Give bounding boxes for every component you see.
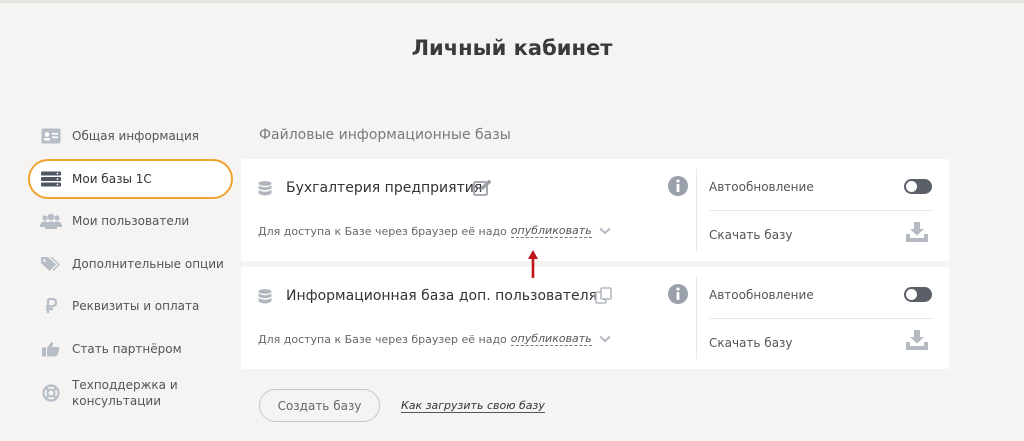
create-database-button[interactable]: Создать базу: [259, 389, 380, 422]
info-icon[interactable]: [668, 284, 688, 304]
thumbs-up-icon: [40, 340, 62, 358]
divider: [709, 210, 934, 211]
copy-icon[interactable]: [595, 287, 615, 305]
sidebar-item-label: Мои пользователи: [72, 214, 190, 228]
divider: [709, 318, 934, 319]
id-card-icon: [40, 127, 62, 145]
database-actions: Автообновление Скачать базу: [709, 159, 934, 261]
sidebar-item-requisites-payment[interactable]: Реквизиты и оплата: [28, 286, 233, 326]
sidebar-item-support[interactable]: Техподдержка и консультации: [28, 371, 233, 415]
database-name: Информационная база доп. пользователя 5: [286, 288, 611, 304]
annotation-arrow-up-icon: [528, 250, 538, 278]
divider: [696, 277, 697, 359]
publish-link[interactable]: опубликовать: [510, 224, 592, 238]
database-icon: [258, 181, 272, 196]
sidebar-item-label: Техподдержка и консультации: [72, 378, 178, 408]
sidebar-item-general-info[interactable]: Общая информация: [28, 116, 233, 156]
sidebar: Общая информация Мои базы 1С Мои пользов…: [28, 116, 233, 418]
lifebuoy-icon: [40, 384, 62, 402]
database-icon: [258, 289, 272, 304]
sidebar-item-my-users[interactable]: Мои пользователи: [28, 201, 233, 241]
access-hint: Для доступа к Базе через браузер её надо…: [258, 224, 611, 238]
sidebar-item-label: Мои базы 1С: [72, 171, 152, 186]
download-icon[interactable]: [906, 222, 928, 242]
ruble-icon: [40, 297, 62, 315]
chevron-down-icon[interactable]: [599, 335, 611, 343]
autoupdate-label: Автообновление: [709, 288, 814, 302]
sidebar-item-label: Дополнительные опции: [72, 256, 224, 271]
sidebar-item-label: Стать партнёром: [72, 341, 182, 356]
database-name: Бухгалтерия предприятия: [286, 180, 483, 196]
chevron-down-icon[interactable]: [599, 227, 611, 235]
access-hint-text: Для доступа к Базе через браузер её надо: [258, 332, 507, 346]
upload-database-link[interactable]: Как загрузить свою базу: [401, 399, 545, 413]
users-icon: [40, 212, 62, 230]
toggle-knob: [906, 289, 917, 300]
info-icon[interactable]: [668, 176, 688, 196]
autoupdate-toggle[interactable]: [904, 179, 932, 194]
sidebar-item-label: Реквизиты и оплата: [72, 299, 200, 313]
database-card: Информационная база доп. пользователя 5 …: [241, 267, 949, 369]
download-label[interactable]: Скачать базу: [709, 228, 793, 242]
publish-link[interactable]: опубликовать: [510, 332, 592, 346]
page-title: Личный кабинет: [411, 36, 613, 60]
autoupdate-label: Автообновление: [709, 180, 814, 194]
sidebar-item-additional-options[interactable]: Дополнительные опции: [28, 244, 233, 284]
download-icon[interactable]: [906, 330, 928, 350]
access-hint-text: Для доступа к Базе через браузер её надо: [258, 224, 507, 238]
tags-icon: [40, 255, 62, 273]
access-hint: Для доступа к Базе через браузер её надо…: [258, 332, 611, 346]
edit-icon[interactable]: [473, 179, 493, 197]
sidebar-item-my-databases[interactable]: Мои базы 1С: [28, 158, 233, 199]
server-icon: [40, 170, 62, 188]
autoupdate-toggle[interactable]: [904, 287, 932, 302]
sidebar-item-label: Общая информация: [72, 129, 199, 143]
database-actions: Автообновление Скачать базу: [709, 267, 934, 369]
toggle-knob: [906, 181, 917, 192]
divider: [696, 169, 697, 251]
sidebar-item-become-partner[interactable]: Стать партнёром: [28, 329, 233, 369]
download-label[interactable]: Скачать базу: [709, 336, 793, 350]
top-border: [0, 0, 1024, 3]
database-card: Бухгалтерия предприятия Для доступа к Ба…: [241, 159, 949, 261]
section-title: Файловые информационные базы: [259, 127, 511, 143]
